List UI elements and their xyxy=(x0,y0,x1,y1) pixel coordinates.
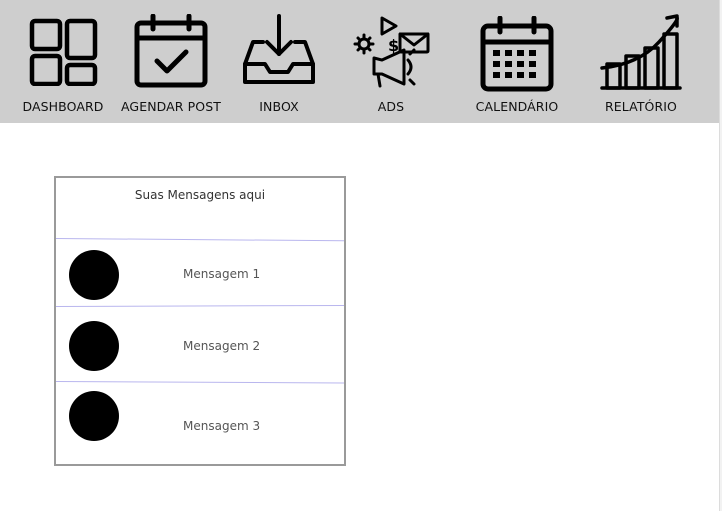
message-item[interactable]: Mensagem 2 xyxy=(56,308,344,382)
calendar-grid-icon xyxy=(480,16,554,92)
nav-item-inbox[interactable]: INBOX xyxy=(240,0,318,123)
nav-item-agendar-post[interactable]: AGENDAR POST xyxy=(120,0,222,123)
messages-panel: Suas Mensagens aqui Mensagem 1 Mensagem … xyxy=(54,176,346,466)
nav-label-inbox: INBOX xyxy=(259,99,299,114)
message-text: Mensagem 3 xyxy=(183,419,261,433)
calendar-check-icon xyxy=(134,14,208,88)
message-text: Mensagem 2 xyxy=(183,339,261,353)
nav-label-dashboard: DASHBOARD xyxy=(22,99,104,114)
megaphone-ads-icon: $ xyxy=(353,16,430,88)
message-text: Mensagem 1 xyxy=(183,267,261,281)
nav-item-relatorio[interactable]: RELATÓRIO xyxy=(596,0,686,123)
nav-label-agendar-post: AGENDAR POST xyxy=(120,99,222,114)
nav-item-ads[interactable]: $ ADS xyxy=(350,0,432,123)
top-navigation-bar: DASHBOARD AGENDAR POST INBOX $ ADS CALEN… xyxy=(0,0,719,123)
dashboard-grid-icon xyxy=(29,18,98,86)
nav-label-ads: ADS xyxy=(377,99,405,114)
messages-panel-title: Suas Mensagens aqui xyxy=(134,188,266,202)
nav-item-calendario[interactable]: CALENDÁRIO xyxy=(470,0,564,123)
avatar xyxy=(69,391,119,441)
message-item[interactable]: Mensagem 1 xyxy=(56,240,344,308)
svg-text:$: $ xyxy=(388,36,399,55)
message-item[interactable]: Mensagem 3 xyxy=(56,383,344,463)
nav-item-dashboard[interactable]: DASHBOARD xyxy=(20,0,106,123)
growth-chart-icon xyxy=(600,14,682,90)
avatar xyxy=(69,321,119,371)
avatar xyxy=(69,250,119,300)
nav-label-relatorio: RELATÓRIO xyxy=(605,99,677,114)
nav-label-calendario: CALENDÁRIO xyxy=(475,99,559,114)
inbox-tray-icon xyxy=(243,14,315,84)
